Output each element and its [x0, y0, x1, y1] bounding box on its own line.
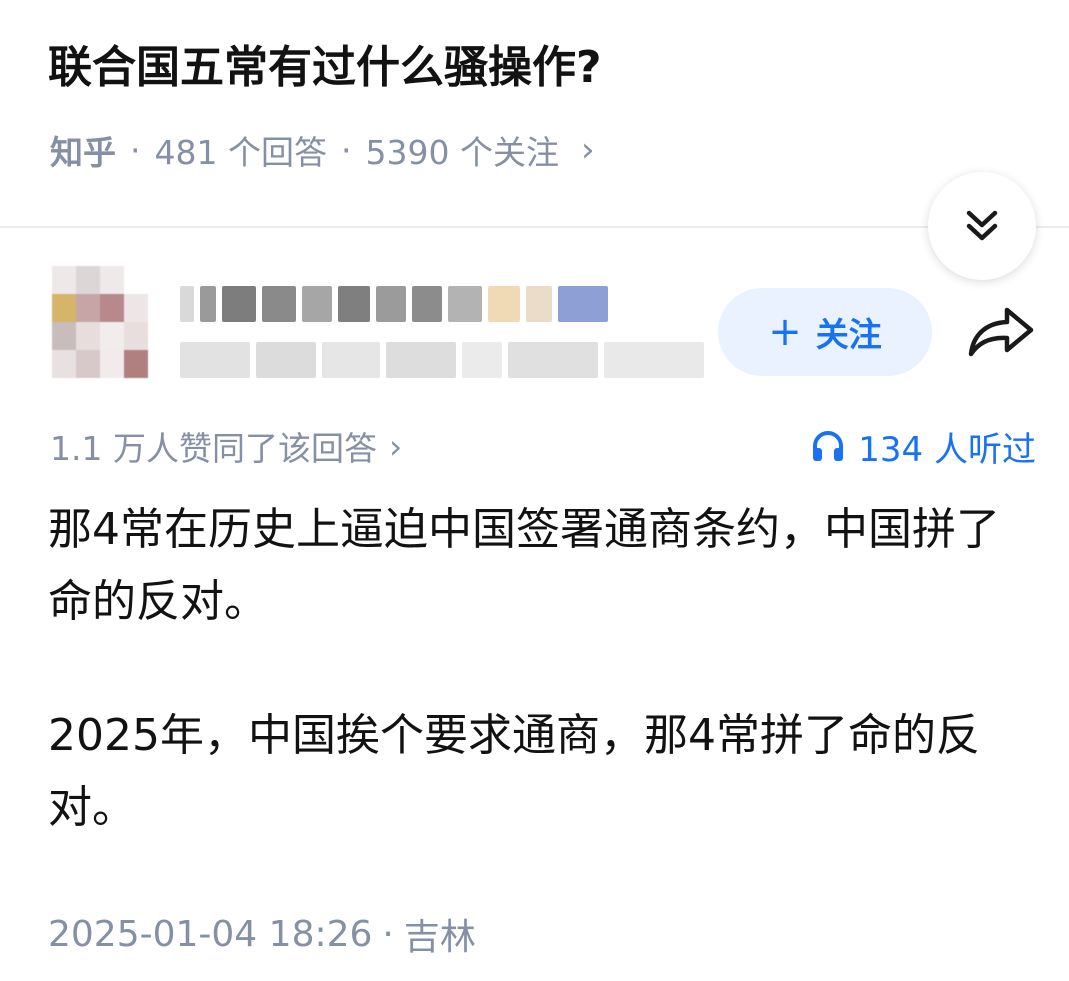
- chevron-right-icon: ›: [580, 130, 595, 170]
- author-avatar[interactable]: [52, 266, 148, 378]
- question-title[interactable]: 联合国五常有过什么骚操作?: [48, 36, 602, 100]
- listener-count: 134 人听过: [858, 429, 1036, 470]
- headphones-icon: [813, 431, 844, 461]
- timestamp: 2025-01-04 18:26: [48, 913, 373, 955]
- question-meta[interactable]: 知乎 · 481 个回答 · 5390 个关注 ›: [50, 124, 595, 176]
- plus-icon: +: [768, 309, 802, 355]
- author-bio-blurred: [180, 340, 704, 380]
- follow-label: 关注: [815, 315, 882, 354]
- separator: ·: [382, 913, 394, 955]
- listen-summary[interactable]: 134 人听过: [810, 420, 1036, 472]
- author-name-blurred[interactable]: [180, 284, 608, 324]
- divider: [0, 226, 1069, 228]
- follower-count: 5390 个关注: [365, 133, 559, 172]
- chevron-right-icon: ›: [388, 426, 403, 466]
- source-label: 知乎: [50, 133, 116, 172]
- answer-count: 481 个回答: [154, 133, 327, 172]
- answer-paragraph: 2025年，中国挨个要求通商，那4常拼了命的反对。: [48, 710, 980, 833]
- share-arrow-icon: [968, 307, 1034, 357]
- separator: ·: [340, 130, 352, 170]
- location: 吉林: [403, 917, 476, 958]
- approval-summary[interactable]: 1.1 万人赞同了该回答 ›: [50, 420, 402, 472]
- separator: ·: [130, 130, 141, 170]
- answer-footer: 2025-01-04 18:26 · 吉林: [48, 906, 476, 962]
- collapse-button[interactable]: [928, 172, 1036, 280]
- double-chevron-down-icon: [966, 210, 998, 241]
- answer-paragraph: 那4常在历史上逼迫中国签署通商条约，中国拼了命的反对。: [48, 504, 1000, 627]
- share-button[interactable]: [966, 302, 1036, 362]
- approval-count: 1.1 万人赞同了该回答: [50, 429, 377, 468]
- follow-button[interactable]: + 关注: [718, 288, 932, 376]
